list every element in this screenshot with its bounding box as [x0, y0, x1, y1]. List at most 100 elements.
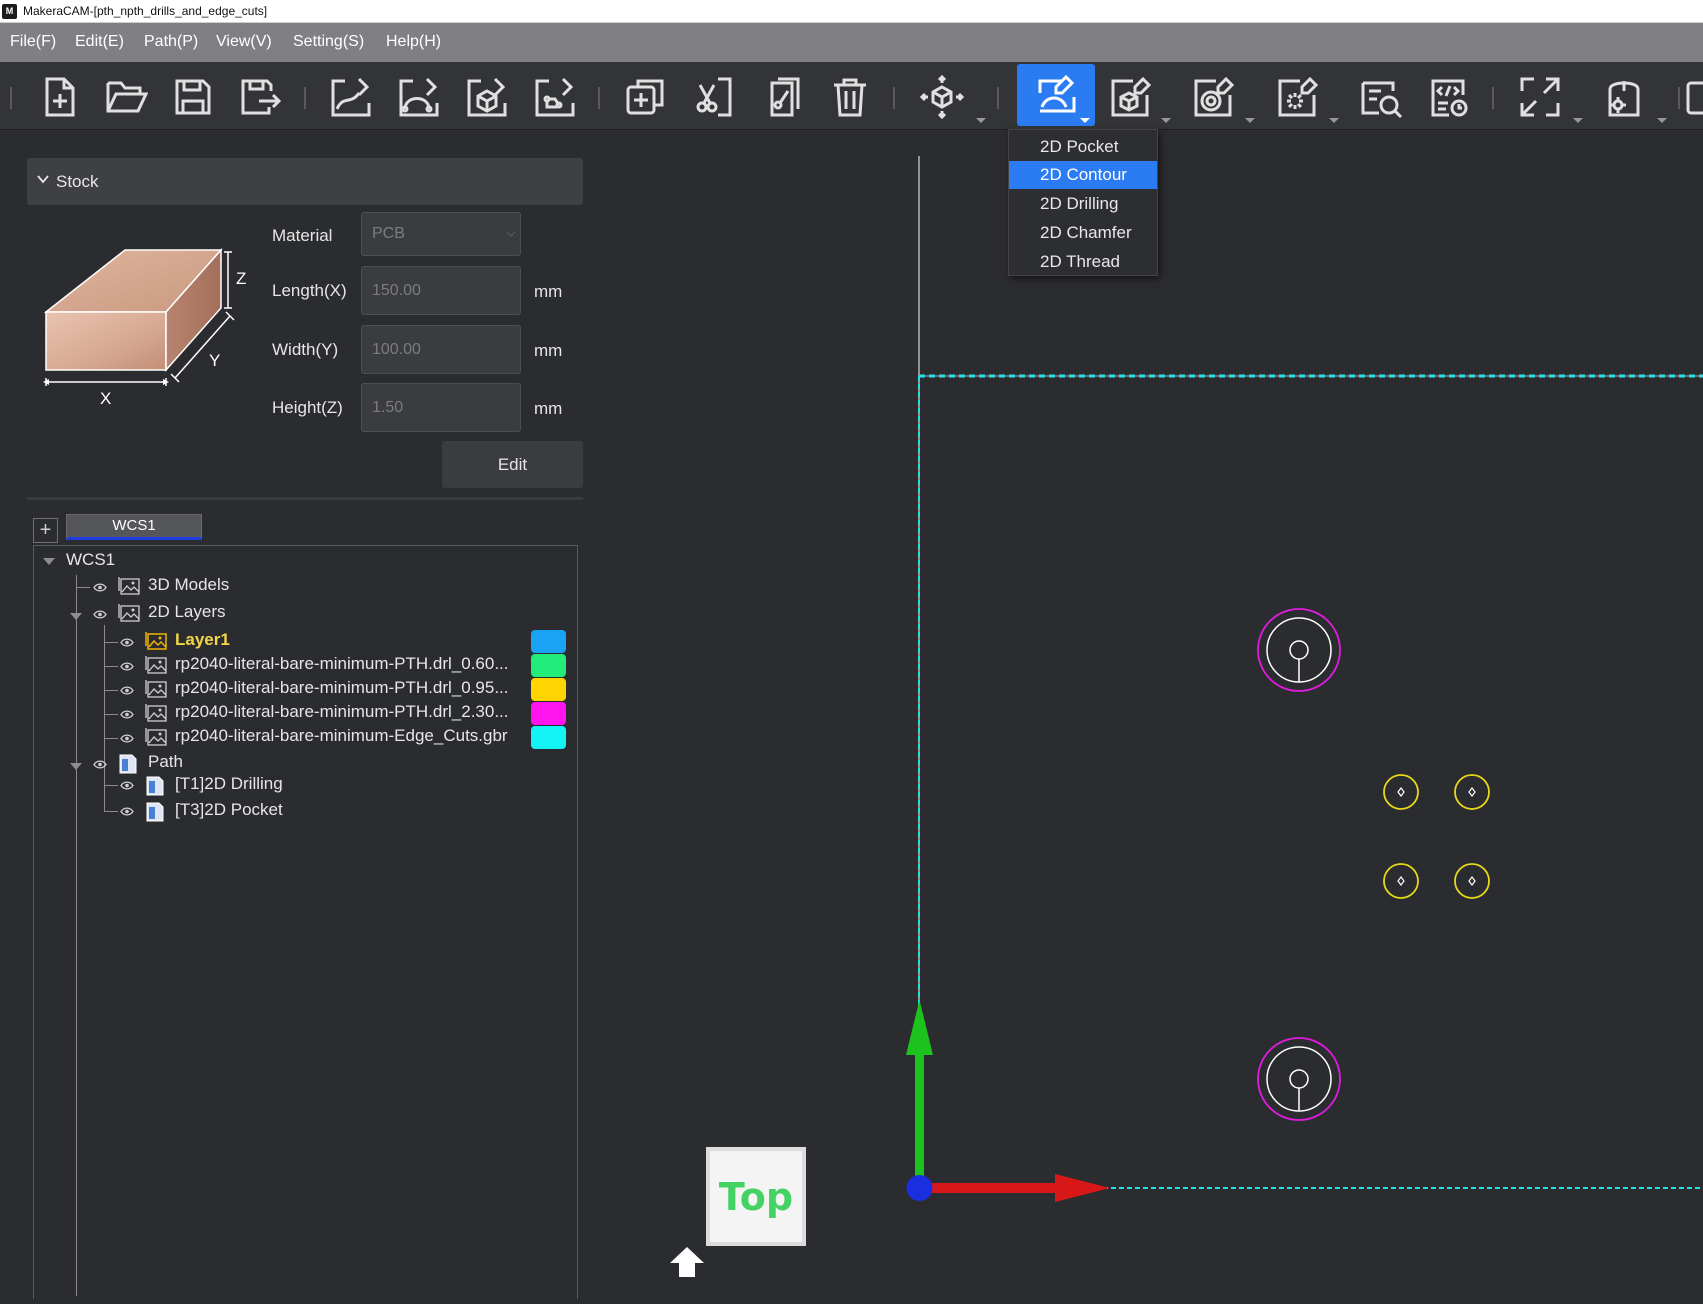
tree-item-3d-models[interactable]: 3D Models — [148, 575, 229, 595]
tree-item-2d-layers[interactable]: 2D Layers — [148, 602, 225, 622]
eye-icon[interactable] — [93, 583, 107, 592]
3d-path-dropdown-caret[interactable] — [1161, 118, 1171, 123]
2d-path-dropdown-caret[interactable] — [1080, 118, 1090, 123]
laser-path-button[interactable] — [1269, 68, 1327, 126]
import-3d-button[interactable] — [458, 68, 516, 126]
save-icon — [175, 79, 211, 115]
eye-icon[interactable] — [120, 638, 134, 647]
width-input[interactable]: 100.00 — [361, 325, 521, 374]
layer-color-swatch[interactable] — [531, 678, 566, 701]
eye-icon[interactable] — [120, 781, 134, 790]
rotary-path-button[interactable] — [1185, 68, 1243, 126]
add-wcs-button[interactable]: + — [33, 518, 58, 543]
tree-item-layer1[interactable]: Layer1 — [175, 630, 230, 650]
tree-item-pth-drl-060[interactable]: rp2040-literal-bare-minimum-PTH.drl_0.60… — [175, 654, 509, 674]
tree-item-edge-cuts[interactable]: rp2040-literal-bare-minimum-Edge_Cuts.gb… — [175, 726, 508, 746]
tree-item-pth-drl-095[interactable]: rp2040-literal-bare-minimum-PTH.drl_0.95… — [175, 678, 509, 698]
view-cube[interactable]: Top — [706, 1147, 806, 1246]
machine-dropdown-caret[interactable] — [1657, 118, 1667, 123]
origin-point — [906, 1175, 933, 1201]
stock-title: Stock — [56, 172, 99, 191]
eye-icon[interactable] — [120, 686, 134, 695]
eye-icon[interactable] — [120, 807, 134, 816]
delete-button[interactable] — [821, 68, 879, 126]
fit-view-button[interactable] — [1511, 68, 1569, 126]
pth-hole-large-top — [1257, 608, 1341, 692]
pth-hole-large-bottom — [1257, 1037, 1341, 1121]
tree-root-wcs1[interactable]: WCS1 — [66, 550, 115, 570]
save-as-button[interactable] — [232, 68, 290, 126]
length-input[interactable]: 150.00 — [361, 266, 521, 315]
eye-icon[interactable] — [120, 662, 134, 671]
transform-dropdown-caret[interactable] — [976, 118, 986, 123]
menu-item-2d-thread[interactable]: 2D Thread — [1009, 248, 1157, 276]
fit-view-dropdown-caret[interactable] — [1573, 118, 1583, 123]
menu-file[interactable]: File(F) — [10, 33, 56, 51]
menu-item-2d-chamfer[interactable]: 2D Chamfer — [1009, 219, 1157, 247]
import-pcb-icon — [535, 77, 575, 117]
layer-color-swatch[interactable] — [531, 726, 566, 749]
2d-path-button[interactable] — [1017, 64, 1095, 126]
layer-color-swatch[interactable] — [531, 630, 566, 653]
save-button[interactable] — [164, 68, 222, 126]
expand-triangle-icon[interactable] — [70, 763, 82, 770]
stock-x-label: X — [100, 389, 111, 408]
import-pcb-button[interactable] — [526, 68, 584, 126]
layer-color-swatch[interactable] — [531, 654, 566, 677]
menu-view[interactable]: View(V) — [216, 33, 272, 51]
3d-path-button[interactable] — [1102, 68, 1160, 126]
rotary-path-icon — [1194, 76, 1235, 117]
tab-wcs1[interactable]: WCS1 — [66, 514, 202, 540]
expand-triangle-icon[interactable] — [70, 613, 82, 620]
menu-bar: File(F) Edit(E) Path(P) View(V) Setting(… — [0, 23, 1703, 62]
menu-setting[interactable]: Setting(S) — [293, 33, 364, 51]
viewport-canvas[interactable] — [595, 131, 1703, 1299]
transform-button[interactable] — [913, 68, 971, 126]
menu-path[interactable]: Path(P) — [144, 33, 198, 51]
simulate-button[interactable] — [1352, 68, 1410, 126]
laser-path-dropdown-caret[interactable] — [1329, 118, 1339, 123]
machine-button[interactable] — [1595, 68, 1653, 126]
cut-button[interactable] — [685, 68, 743, 126]
menu-item-2d-contour[interactable]: 2D Contour — [1009, 161, 1157, 189]
eye-icon[interactable] — [93, 610, 107, 619]
gcode-button[interactable] — [1420, 68, 1478, 126]
open-file-button[interactable] — [97, 68, 155, 126]
eye-icon[interactable] — [120, 710, 134, 719]
import-2d-button[interactable] — [322, 68, 380, 126]
menu-item-2d-pocket[interactable]: 2D Pocket — [1009, 133, 1157, 161]
layer-color-swatch[interactable] — [531, 702, 566, 725]
title-bar: M MakeraCAM-[pth_npth_drills_and_edge_cu… — [0, 0, 1703, 23]
import-curve-button[interactable] — [390, 68, 448, 126]
import-2d-icon — [331, 77, 371, 117]
tree-item-t1-2d-drilling[interactable]: [T1]2D Drilling — [175, 774, 283, 794]
expand-triangle-icon[interactable] — [43, 558, 55, 565]
material-select[interactable]: PCB — [361, 212, 521, 256]
image-layer-icon — [145, 728, 167, 746]
stock-edit-button[interactable]: Edit — [442, 441, 583, 488]
menu-edit[interactable]: Edit(E) — [75, 33, 124, 51]
new-file-button[interactable] — [30, 68, 88, 126]
menu-help[interactable]: Help(H) — [386, 33, 441, 51]
axis-gizmo — [906, 1000, 1110, 1202]
stock-z-label: Z — [236, 269, 246, 288]
copy-path-button[interactable] — [753, 68, 811, 126]
more-toolbar-button[interactable] — [1686, 68, 1703, 126]
tree-item-path[interactable]: Path — [148, 752, 183, 772]
open-folder-icon — [106, 81, 148, 113]
stock-section-header[interactable]: Stock — [27, 158, 583, 205]
eye-icon[interactable] — [93, 760, 107, 769]
stock-y-label: Y — [209, 351, 220, 370]
height-input[interactable]: 1.50 — [361, 383, 521, 432]
add-object-button[interactable] — [617, 68, 675, 126]
rotary-path-dropdown-caret[interactable] — [1245, 118, 1255, 123]
toolbar-separator — [1678, 87, 1680, 109]
menu-item-2d-drilling[interactable]: 2D Drilling — [1009, 190, 1157, 218]
toolbar-separator — [1492, 87, 1494, 109]
fit-view-icon — [1520, 77, 1560, 117]
tree-item-t3-2d-pocket[interactable]: [T3]2D Pocket — [175, 800, 283, 820]
eye-icon[interactable] — [120, 734, 134, 743]
tree-item-pth-drl-230[interactable]: rp2040-literal-bare-minimum-PTH.drl_2.30… — [175, 702, 509, 722]
transform-3d-icon — [920, 75, 964, 119]
home-view-icon[interactable] — [669, 1245, 705, 1281]
